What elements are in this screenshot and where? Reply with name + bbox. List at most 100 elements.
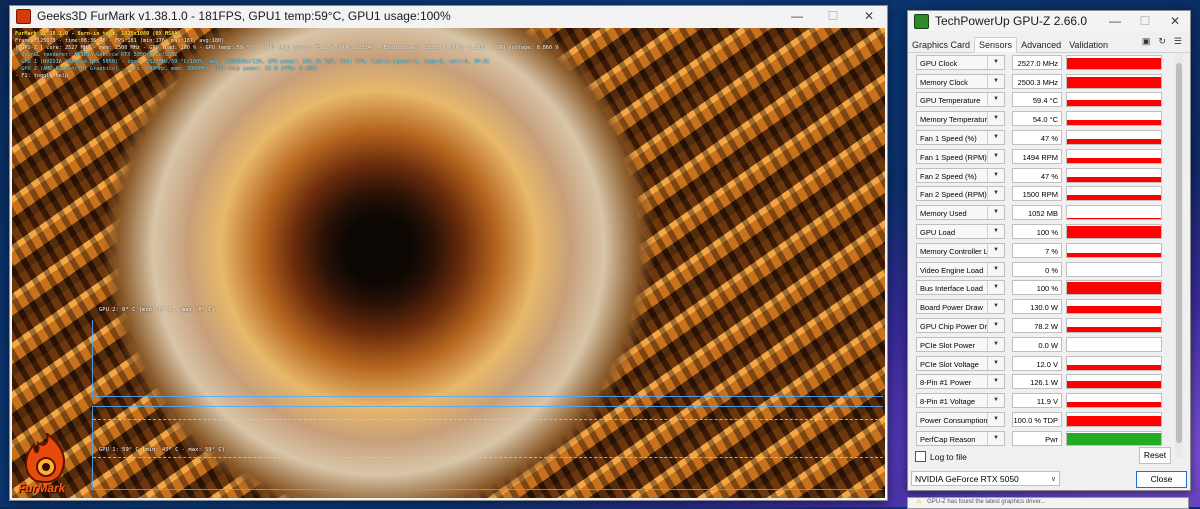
minimize-button[interactable]: — [779, 6, 815, 26]
sensor-value: 7 % [1012, 242, 1062, 258]
dropdown-arrow-icon[interactable]: ▼ [987, 168, 1004, 182]
furmark-logo-text: FurMark [18, 481, 66, 495]
tab-advanced[interactable]: Advanced [1017, 38, 1065, 52]
dropdown-arrow-icon[interactable]: ▼ [987, 319, 1004, 333]
sensor-graph-fill [1067, 306, 1161, 314]
chevron-down-icon: ∨ [1050, 476, 1056, 483]
sensor-row: Board Power Draw ▼ 130.0 W [915, 297, 1172, 316]
camera-icon[interactable]: ▣ [1142, 36, 1151, 47]
notification-popup[interactable]: ⚠ GPU-Z has found the latest graphics dr… [907, 497, 1189, 509]
dropdown-arrow-icon[interactable]: ▼ [987, 74, 1004, 88]
sensor-label[interactable]: Fan 1 Speed (%) ▼ [916, 130, 1005, 146]
dropdown-arrow-icon[interactable]: ▼ [987, 187, 1004, 201]
log-to-file-checkbox[interactable]: Log to file [915, 451, 967, 462]
dropdown-arrow-icon[interactable]: ▼ [987, 225, 1004, 239]
osd-line: [ GPU-Z ] core: 2527 MHz - mem: 2500 MHz… [15, 45, 559, 51]
osd-line: - OpenGL renderer: NVIDIA GeForce RTX 50… [15, 52, 178, 58]
dropdown-arrow-icon[interactable]: ▼ [987, 93, 1004, 107]
maximize-button[interactable]: ☐ [815, 6, 851, 26]
maximize-button[interactable]: ☐ [1130, 11, 1160, 31]
dropdown-arrow-icon[interactable]: ▼ [987, 337, 1004, 351]
sensor-label[interactable]: 8-Pin #1 Power ▼ [916, 374, 1005, 390]
close-dialog-button[interactable]: Close [1136, 471, 1187, 488]
sensor-label[interactable]: Power Consumption (%) ▼ [916, 412, 1005, 428]
close-button[interactable]: ✕ [1160, 11, 1190, 31]
sensor-row: 8-Pin #1 Voltage ▼ 11.9 V [915, 391, 1172, 410]
dropdown-arrow-icon[interactable]: ▼ [987, 55, 1004, 69]
sensor-graph-fill [1067, 100, 1161, 107]
dropdown-arrow-icon[interactable]: ▼ [987, 375, 1004, 389]
dropdown-arrow-icon[interactable]: ▼ [987, 149, 1004, 163]
refresh-icon[interactable]: ↻ [1158, 36, 1166, 47]
dropdown-arrow-icon[interactable]: ▼ [987, 300, 1004, 314]
osd-line: Frames:125073 - time:08:36:46 - FPS:181 … [15, 38, 225, 44]
sensor-label[interactable]: Memory Used ▼ [916, 205, 1005, 221]
sensor-label[interactable]: Memory Controller Load ▼ [916, 242, 1005, 258]
sensor-value: 0 % [1012, 261, 1062, 277]
sensor-label[interactable]: Memory Clock ▼ [916, 73, 1005, 89]
dropdown-arrow-icon[interactable]: ▼ [987, 431, 1004, 445]
sensor-graph-fill [1067, 76, 1161, 88]
sensor-label[interactable]: 8-Pin #1 Voltage ▼ [916, 393, 1005, 409]
sensor-label[interactable]: Bus Interface Load ▼ [916, 280, 1005, 296]
sensor-row: Video Engine Load ▼ 0 % [915, 260, 1172, 279]
sensor-label[interactable]: Video Engine Load ▼ [916, 261, 1005, 277]
minimize-button[interactable]: — [1100, 11, 1130, 31]
close-button[interactable]: ✕ [851, 6, 887, 26]
sensor-row: Memory Temperature ▼ 54.0 °C [915, 109, 1172, 128]
sensor-graph-fill [1067, 252, 1161, 257]
device-select[interactable]: NVIDIA GeForce RTX 5050 ∨ [911, 471, 1060, 486]
sensor-graph-fill [1067, 57, 1161, 69]
sensor-row: Memory Used ▼ 1052 MB [915, 203, 1172, 222]
sensor-graph [1066, 186, 1162, 202]
sensor-label[interactable]: Memory Temperature ▼ [916, 111, 1005, 127]
sensor-graph-fill [1067, 195, 1161, 201]
device-select-value: NVIDIA GeForce RTX 5050 [915, 474, 1019, 484]
dropdown-arrow-icon[interactable]: ▼ [987, 112, 1004, 126]
scrollbar-thumb[interactable] [1176, 63, 1182, 443]
gpuz-toolbar: ▣ ↻ ☰ [1142, 36, 1182, 47]
sensor-scrollbar[interactable] [1175, 53, 1183, 457]
dropdown-arrow-icon[interactable]: ▼ [987, 262, 1004, 276]
reset-button[interactable]: Reset [1139, 447, 1171, 464]
sensor-label[interactable]: PCIe Slot Voltage ▼ [916, 355, 1005, 371]
sensor-graph-fill [1067, 402, 1161, 408]
sensor-label[interactable]: PerfCap Reason ▼ [916, 430, 1005, 446]
sensor-label[interactable]: GPU Temperature ▼ [916, 92, 1005, 108]
sensor-label[interactable]: Fan 2 Speed (RPM) ▼ [916, 186, 1005, 202]
sensor-label[interactable]: GPU Load ▼ [916, 224, 1005, 240]
sensor-graph-fill [1067, 226, 1161, 239]
sensor-label[interactable]: Board Power Draw ▼ [916, 299, 1005, 315]
notification-text: GPU-Z has found the latest graphics driv… [927, 499, 1046, 505]
dropdown-arrow-icon[interactable]: ▼ [987, 131, 1004, 145]
sensor-graph-fill [1067, 176, 1161, 182]
dropdown-arrow-icon[interactable]: ▼ [987, 206, 1004, 220]
sensor-graph [1066, 393, 1162, 409]
sensor-graph [1066, 318, 1162, 334]
sensor-label[interactable]: GPU Chip Power Draw ▼ [916, 318, 1005, 334]
sensor-graph [1066, 111, 1162, 127]
sensor-graph [1066, 299, 1162, 315]
sensor-label[interactable]: PCIe Slot Power ▼ [916, 336, 1005, 352]
tab-graphics-card[interactable]: Graphics Card [908, 38, 974, 52]
osd-line: - F1: toggle help [15, 73, 69, 79]
sensor-row: Fan 1 Speed (RPM) ▼ 1494 RPM [915, 147, 1172, 166]
sensor-graph [1066, 167, 1162, 183]
sensor-label[interactable]: Fan 1 Speed (RPM) ▼ [916, 148, 1005, 164]
furmark-titlebar[interactable]: Geeks3D FurMark v1.38.1.0 - 181FPS, GPU1… [10, 6, 887, 26]
dropdown-arrow-icon[interactable]: ▼ [987, 281, 1004, 295]
checkbox-box[interactable] [915, 451, 926, 462]
menu-icon[interactable]: ☰ [1174, 36, 1182, 47]
sensor-label[interactable]: GPU Clock ▼ [916, 54, 1005, 70]
sensor-row: Fan 2 Speed (%) ▼ 47 % [915, 166, 1172, 185]
dropdown-arrow-icon[interactable]: ▼ [987, 356, 1004, 370]
gpuz-titlebar[interactable]: TechPowerUp GPU-Z 2.66.0 — ☐ ✕ [908, 11, 1190, 31]
sensor-label[interactable]: Fan 2 Speed (%) ▼ [916, 167, 1005, 183]
tab-sensors[interactable]: Sensors [974, 37, 1018, 53]
tab-validation[interactable]: Validation [1065, 38, 1112, 52]
dropdown-arrow-icon[interactable]: ▼ [987, 394, 1004, 408]
dropdown-arrow-icon[interactable]: ▼ [987, 413, 1004, 427]
osd-line: - GPU 1 (NVIDIA GeForce RTX 5050) - core… [15, 59, 490, 65]
dropdown-arrow-icon[interactable]: ▼ [987, 243, 1004, 257]
sensor-graph-fill [1067, 120, 1161, 126]
